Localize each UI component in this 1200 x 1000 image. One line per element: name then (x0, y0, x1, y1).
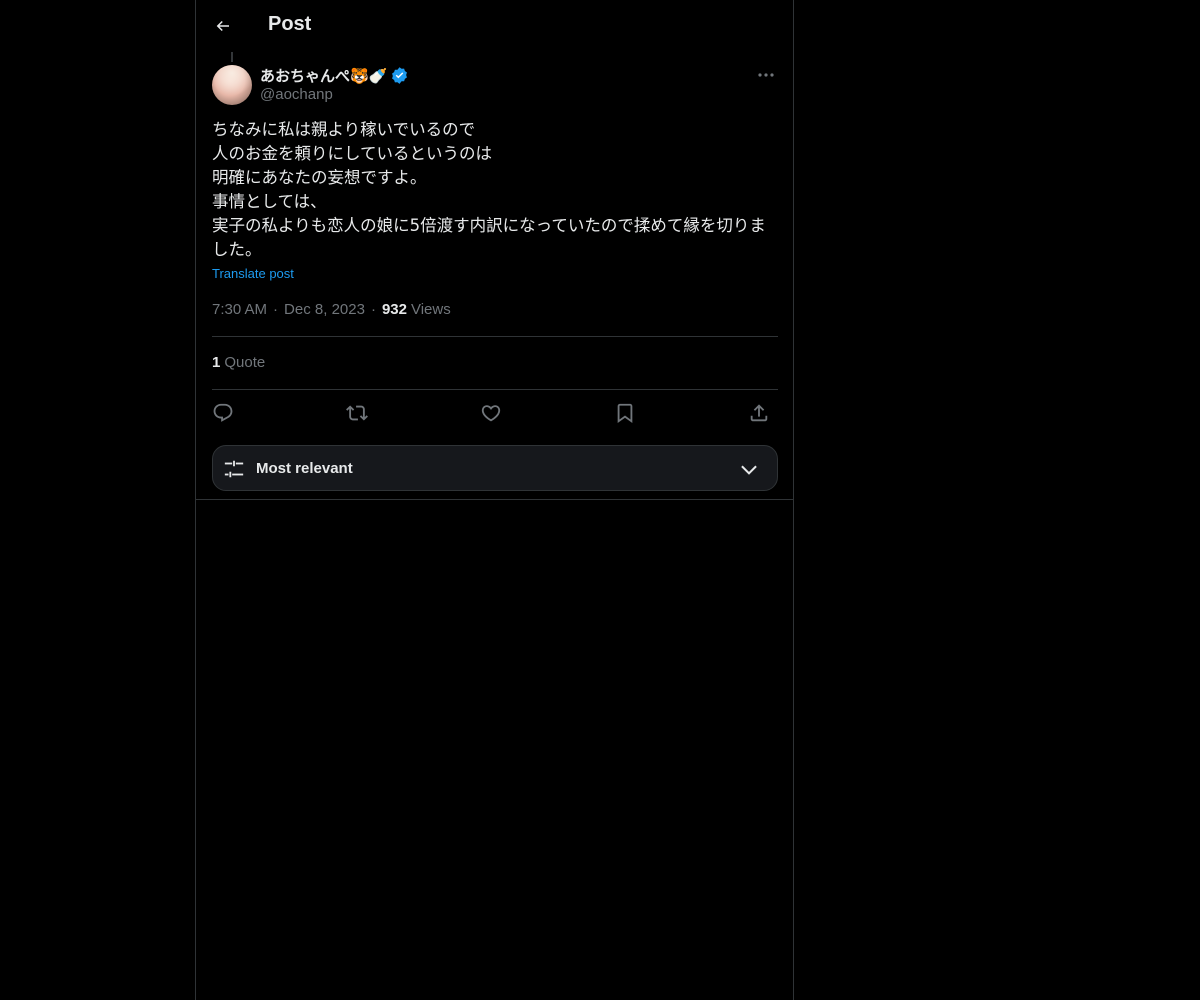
views-label: Views (410, 301, 451, 318)
repost-button[interactable] (344, 400, 370, 426)
share-icon (748, 402, 770, 424)
post-time[interactable]: 7:30 AM (212, 301, 267, 318)
like-button[interactable] (478, 400, 504, 426)
verified-badge-icon (390, 66, 409, 85)
back-button[interactable] (206, 9, 240, 43)
share-button[interactable] (746, 400, 772, 426)
repost-icon (346, 402, 368, 424)
bookmark-icon (614, 402, 636, 424)
more-button[interactable] (755, 65, 777, 85)
author-handle[interactable]: @aochanp (260, 86, 333, 103)
chevron-down-icon (739, 460, 759, 480)
header: Post (196, 0, 793, 53)
thread-line (231, 52, 233, 62)
translate-post-link[interactable]: Translate post (212, 266, 294, 281)
action-bar (212, 400, 778, 426)
quote-label: Quote (224, 354, 266, 371)
reply-icon (212, 402, 234, 424)
sort-replies-dropdown[interactable]: Most relevant (212, 445, 778, 491)
reply-button[interactable] (210, 400, 236, 426)
divider (212, 389, 778, 390)
page-title: Post (268, 13, 312, 35)
separator-dot: · (370, 301, 376, 318)
post-date[interactable]: Dec 8, 2023 (284, 301, 365, 318)
post-text: ちなみに私は親より稼いでいるので 人のお金を頼りにしているというのは 明確にあな… (212, 120, 766, 259)
more-horizontal-icon (758, 73, 774, 77)
bookmark-button[interactable] (612, 400, 638, 426)
divider (196, 499, 793, 500)
arrow-left-icon (214, 17, 232, 35)
views-count: 932 (381, 301, 407, 318)
sliders-icon (223, 458, 245, 480)
avatar[interactable] (212, 65, 252, 105)
post-column: Post あおちゃんぺ🐯🍼 @aochanp ちなみに私は親より稼いでいるので … (195, 0, 794, 1000)
author-name: あおちゃんぺ🐯🍼 (260, 67, 388, 85)
quotes-link[interactable]: 1 Quote (212, 354, 265, 371)
post-meta: 7:30 AM · Dec 8, 2023 · 932 Views (212, 301, 451, 318)
separator-dot: · (273, 301, 279, 318)
author-name-row[interactable]: あおちゃんぺ🐯🍼 (260, 65, 409, 85)
sort-label: Most relevant (256, 460, 353, 477)
heart-icon (480, 402, 502, 424)
quote-count: 1 (212, 354, 221, 371)
divider (212, 336, 778, 337)
